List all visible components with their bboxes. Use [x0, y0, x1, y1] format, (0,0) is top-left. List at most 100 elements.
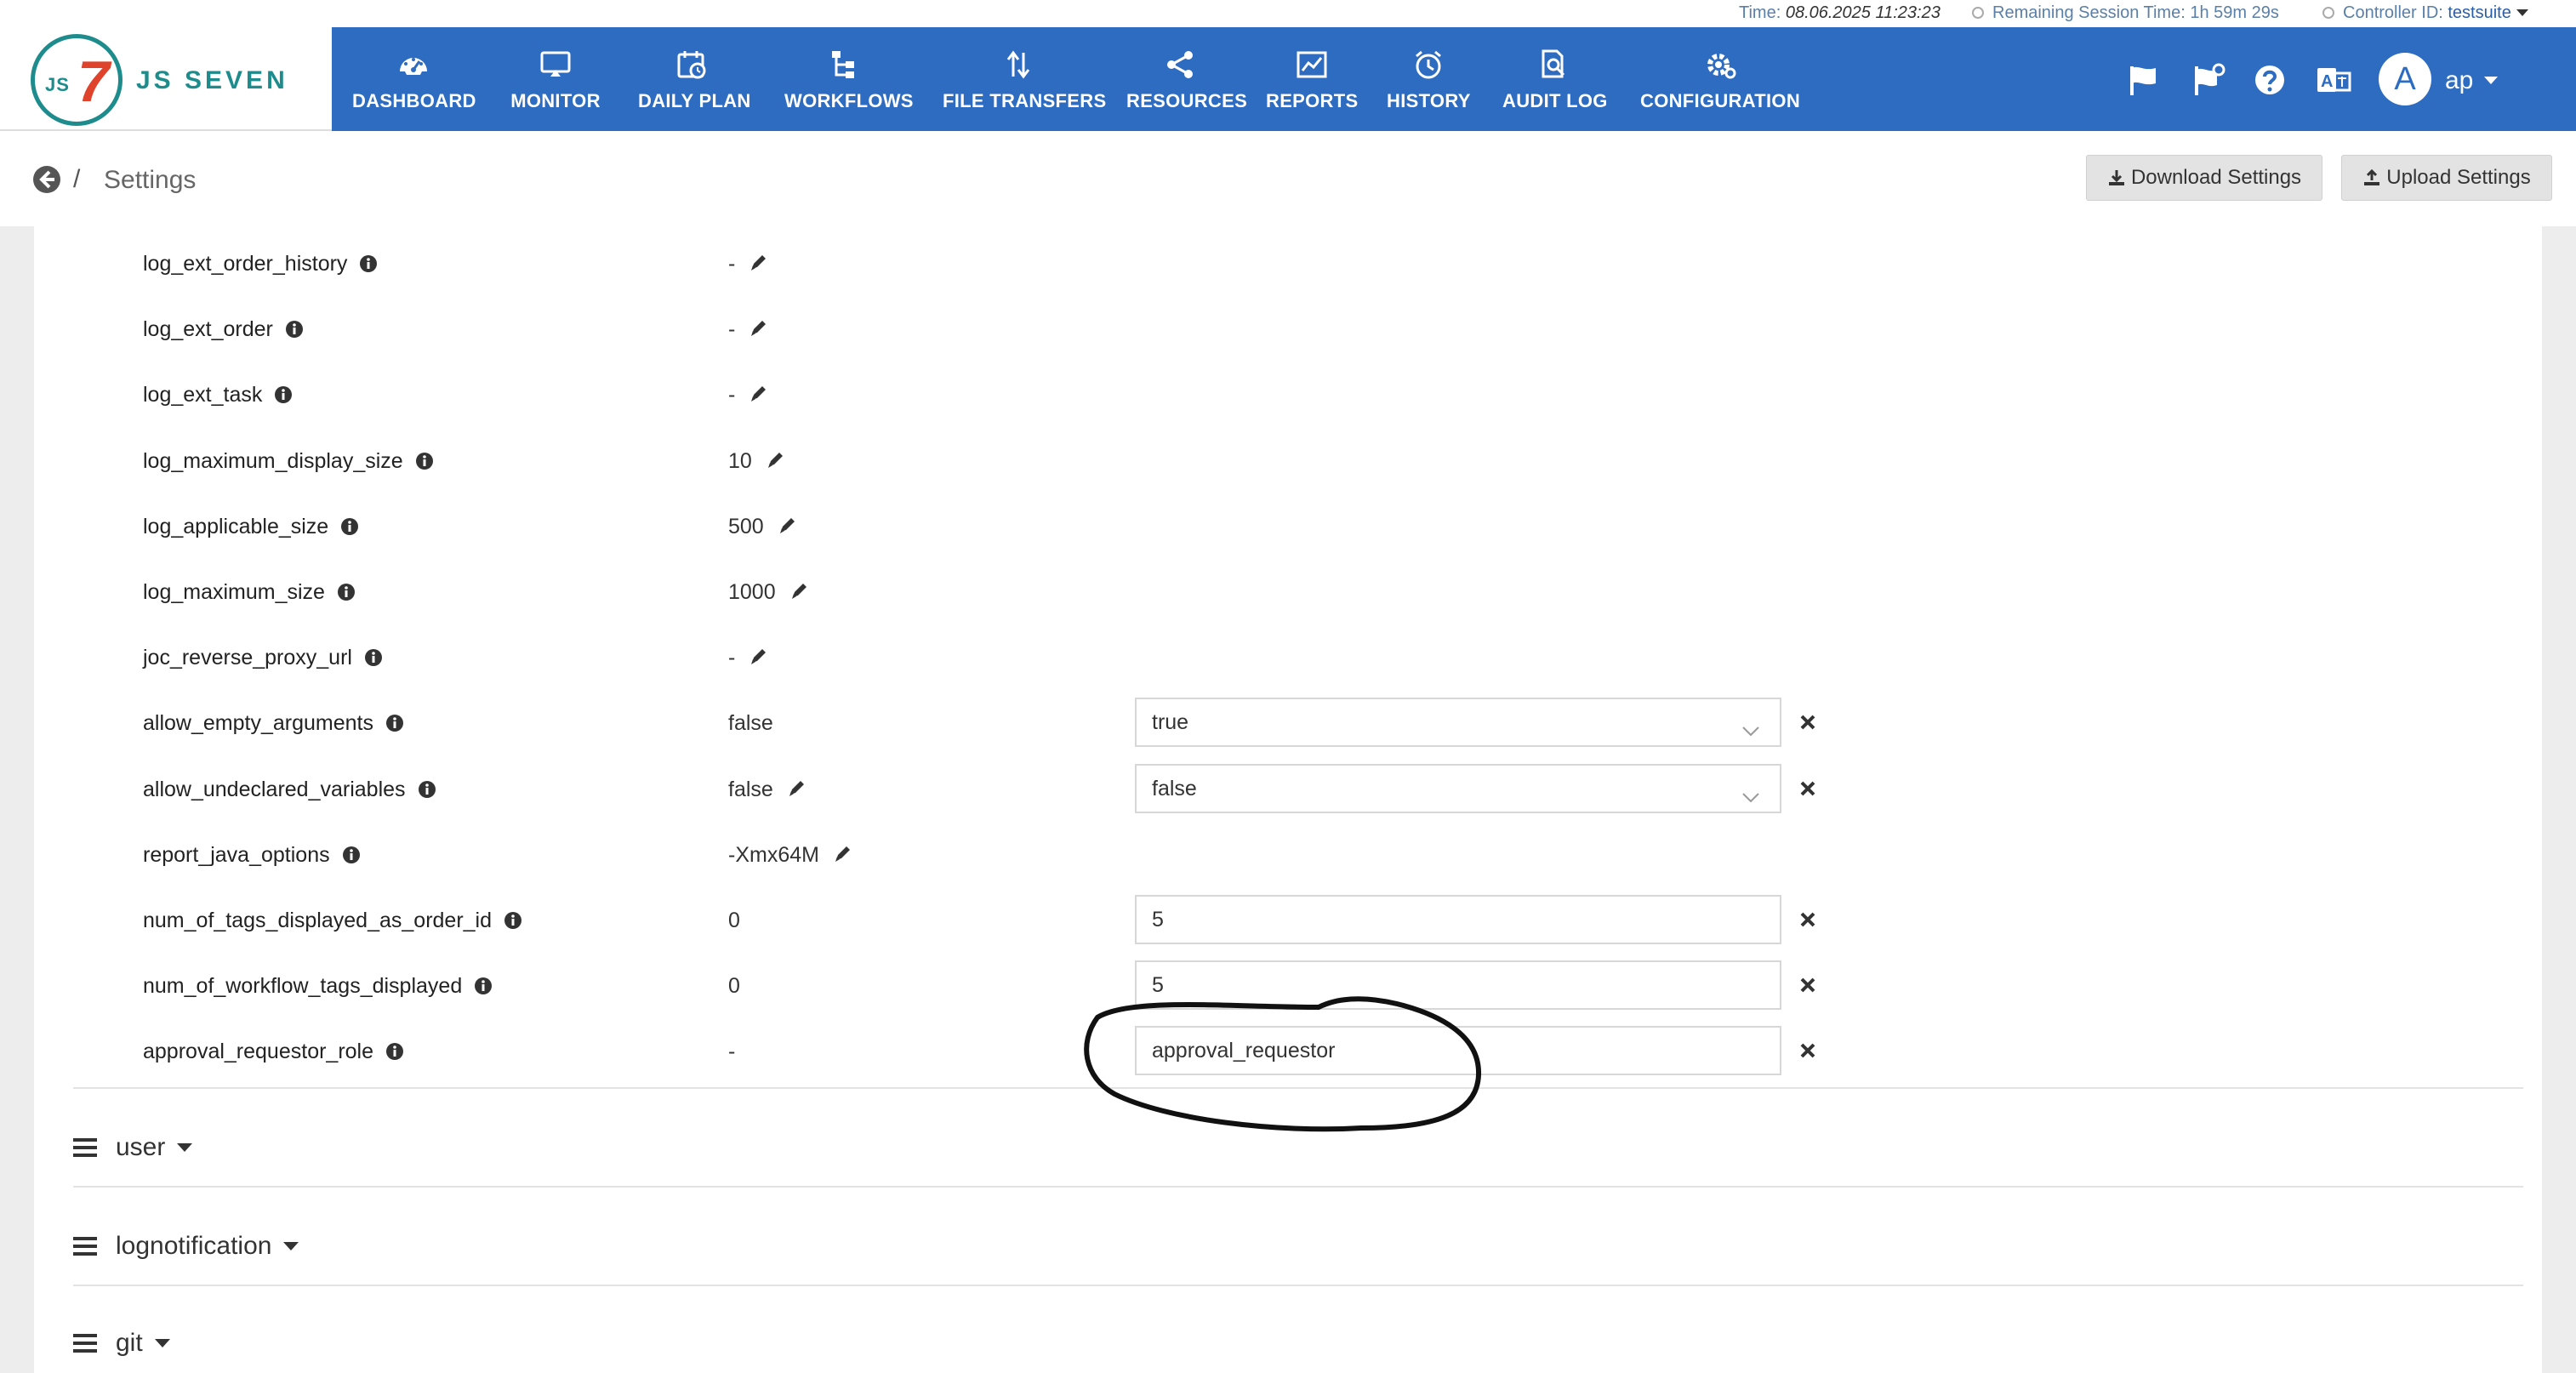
- info-icon[interactable]: [359, 254, 378, 279]
- setting-name: allow_empty_arguments: [143, 711, 404, 738]
- pencil-icon[interactable]: [766, 451, 784, 476]
- setting-name-text: num_of_workflow_tags_displayed: [143, 974, 463, 998]
- brand-name: JS SEVEN: [136, 66, 288, 94]
- download-icon: [2108, 170, 2124, 185]
- nav-dashboard[interactable]: DASHBOARD: [352, 27, 476, 131]
- input-value-text: false: [1152, 777, 1197, 800]
- download-settings-button[interactable]: Download Settings: [2086, 155, 2322, 201]
- remove-icon[interactable]: [1798, 779, 1817, 798]
- info-icon[interactable]: [474, 977, 493, 1001]
- info-icon[interactable]: [504, 911, 522, 936]
- caret-down-icon[interactable]: [2484, 77, 2498, 84]
- current-value-text: false: [728, 711, 773, 735]
- help-icon[interactable]: [2251, 61, 2288, 99]
- nav-label: RESOURCES: [1126, 90, 1248, 111]
- setting-name-text: joc_reverse_proxy_url: [143, 646, 352, 669]
- setting-name-text: log_maximum_display_size: [143, 449, 403, 473]
- setting-name-text: report_java_options: [143, 843, 330, 867]
- pencil-icon[interactable]: [749, 647, 767, 672]
- session-dot-icon: [1972, 7, 1984, 19]
- nav-monitor[interactable]: MONITOR: [510, 27, 601, 131]
- section-user[interactable]: user: [73, 1126, 193, 1169]
- flag-icon[interactable]: [2125, 61, 2163, 99]
- remove-icon[interactable]: [1798, 976, 1817, 994]
- current-value-text: -: [728, 252, 736, 276]
- user-name[interactable]: ap: [2445, 66, 2473, 95]
- current-value-text: 0: [728, 909, 740, 932]
- nav-workflows[interactable]: WORKFLOWS: [784, 27, 913, 131]
- nav-audit-log[interactable]: AUDIT LOG: [1502, 27, 1607, 131]
- value-select[interactable]: true: [1135, 698, 1781, 747]
- setting-name: log_ext_order_history: [143, 252, 378, 279]
- info-icon[interactable]: [340, 517, 359, 542]
- info-icon[interactable]: [415, 452, 434, 476]
- setting-current-value: 10: [728, 449, 784, 476]
- logo-mark: JS 7: [31, 34, 123, 126]
- pencil-icon[interactable]: [787, 779, 806, 804]
- logo[interactable]: JS 7 JS SEVEN: [0, 27, 332, 131]
- current-value-text: 500: [728, 515, 764, 538]
- section-name: user: [116, 1133, 166, 1161]
- setting-current-value: 1000: [728, 580, 808, 607]
- flag-settings-icon[interactable]: [2190, 61, 2227, 99]
- audit-icon: [1502, 48, 1604, 82]
- current-value-text: -: [728, 383, 736, 407]
- setting-name: log_maximum_display_size: [143, 449, 434, 476]
- setting-name-text: log_ext_order_history: [143, 252, 348, 276]
- input-value-text: 5: [1152, 908, 1164, 931]
- controller-dot-icon: [2322, 7, 2334, 19]
- section-git[interactable]: git: [73, 1322, 170, 1364]
- pencil-icon[interactable]: [749, 385, 767, 409]
- divider: [73, 1186, 2523, 1188]
- value-input[interactable]: 5: [1135, 895, 1781, 944]
- remove-icon[interactable]: [1798, 1041, 1817, 1060]
- info-icon[interactable]: [364, 648, 383, 673]
- setting-current-value: 500: [728, 515, 796, 541]
- controller-value[interactable]: testsuite: [2448, 3, 2510, 22]
- section-lognotification[interactable]: lognotification: [73, 1225, 299, 1268]
- value-select[interactable]: false: [1135, 764, 1781, 813]
- session-value: 1h 59m 29s: [2190, 3, 2279, 22]
- pencil-icon[interactable]: [749, 319, 767, 344]
- chevron-down-icon: [1741, 711, 1761, 757]
- menu-icon: [73, 1138, 97, 1157]
- nav-file-transfers[interactable]: FILE TRANSFERS: [943, 27, 1106, 131]
- pencil-icon[interactable]: [833, 845, 852, 869]
- caret-down-icon: [177, 1143, 193, 1152]
- controller-select[interactable]: Controller ID: testsuite: [2322, 3, 2528, 23]
- setting-name: log_applicable_size: [143, 515, 359, 542]
- info-icon[interactable]: [418, 780, 436, 805]
- nav-configuration[interactable]: CONFIGURATION: [1640, 27, 1800, 131]
- pencil-icon[interactable]: [789, 582, 808, 607]
- pencil-icon[interactable]: [778, 516, 796, 541]
- logo-seven: 7: [77, 49, 110, 114]
- controller-label: Controller ID:: [2343, 3, 2443, 22]
- info-icon[interactable]: [385, 714, 404, 738]
- workflow-icon: [784, 48, 903, 82]
- session-time: Remaining Session Time: 1h 59m 29s: [1972, 3, 2279, 23]
- info-icon[interactable]: [342, 846, 361, 870]
- remove-icon[interactable]: [1798, 910, 1817, 929]
- info-icon[interactable]: [385, 1042, 404, 1067]
- setting-current-value: 0: [728, 974, 740, 999]
- nav-resources[interactable]: RESOURCES: [1126, 27, 1248, 131]
- info-icon[interactable]: [285, 320, 304, 345]
- remove-icon[interactable]: [1798, 713, 1817, 732]
- upload-label: Upload Settings: [2386, 166, 2531, 189]
- info-icon[interactable]: [337, 583, 356, 607]
- info-icon[interactable]: [274, 385, 293, 410]
- share-icon: [1126, 48, 1234, 82]
- nav-history[interactable]: HISTORY: [1387, 27, 1470, 131]
- setting-name-text: allow_undeclared_variables: [143, 778, 406, 801]
- time-label: Time:: [1739, 3, 1781, 22]
- pencil-icon[interactable]: [749, 254, 767, 278]
- translate-icon[interactable]: A: [2316, 61, 2353, 99]
- avatar[interactable]: A: [2379, 53, 2431, 105]
- current-value-text: -Xmx64M: [728, 843, 819, 867]
- upload-settings-button[interactable]: Upload Settings: [2341, 155, 2552, 201]
- nav-daily-plan[interactable]: DAILY PLAN: [638, 27, 750, 131]
- back-arrow-icon[interactable]: [32, 165, 61, 198]
- session-label: Remaining Session Time:: [1992, 3, 2186, 22]
- setting-name: log_maximum_size: [143, 580, 356, 607]
- nav-reports[interactable]: REPORTS: [1266, 27, 1358, 131]
